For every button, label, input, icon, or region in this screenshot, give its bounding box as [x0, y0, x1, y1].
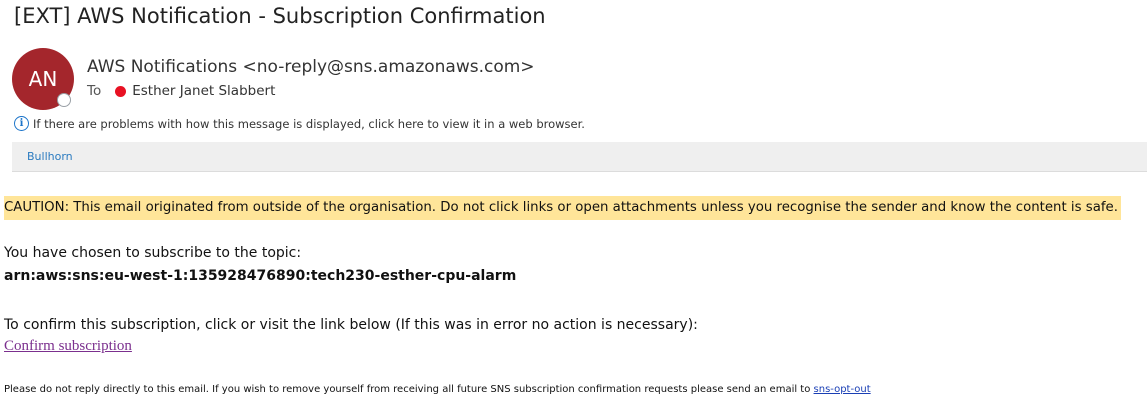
to-label: To: [87, 83, 102, 99]
recipient-name[interactable]: Esther Janet Slabbert: [132, 83, 275, 99]
avatar-initials: AN: [28, 67, 58, 91]
category-bar: Bullhorn: [12, 142, 1147, 172]
sns-opt-out-link[interactable]: sns-opt-out: [814, 384, 871, 395]
sender-name[interactable]: AWS Notifications <no-reply@sns.amazonaw…: [87, 57, 535, 77]
footer-text: Please do not reply directly to this ema…: [4, 384, 814, 395]
info-icon: i: [14, 116, 29, 131]
display-problem-text[interactable]: If there are problems with how this mess…: [33, 117, 585, 131]
caution-banner: CAUTION: This email originated from outs…: [4, 196, 1121, 220]
topic-arn: arn:aws:sns:eu-west-1:135928476890:tech2…: [4, 268, 517, 284]
presence-status-icon: [57, 93, 71, 107]
confirm-instruction-text: To confirm this subscription, click or v…: [4, 317, 698, 333]
recipient-presence-icon: [115, 85, 127, 97]
confirm-subscription-link[interactable]: Confirm subscription: [4, 338, 132, 355]
recipient-row: To Esther Janet Slabbert: [87, 83, 275, 99]
email-subject: [EXT] AWS Notification - Subscription Co…: [14, 4, 546, 28]
footer-note: Please do not reply directly to this ema…: [4, 384, 871, 395]
display-problem-banner[interactable]: i If there are problems with how this me…: [14, 116, 585, 131]
subscribe-intro-text: You have chosen to subscribe to the topi…: [4, 245, 302, 261]
category-tag[interactable]: Bullhorn: [27, 150, 73, 163]
